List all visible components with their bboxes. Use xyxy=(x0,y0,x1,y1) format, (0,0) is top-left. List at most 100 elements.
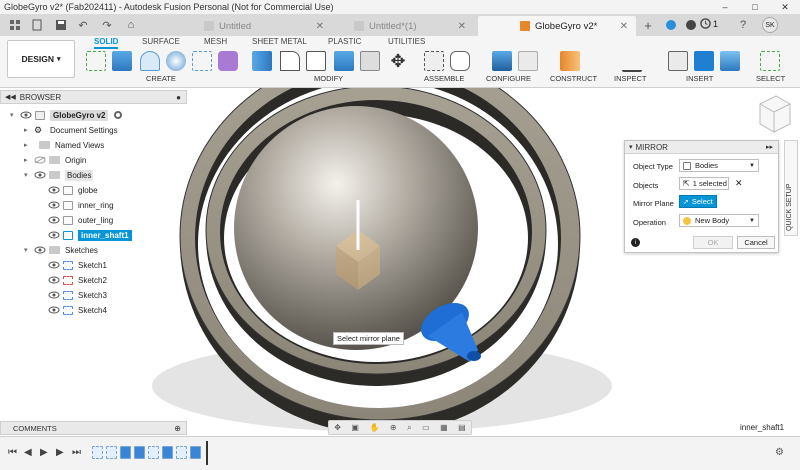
app-menu-icon[interactable] xyxy=(6,16,24,34)
tree-item-sketches[interactable]: ▾ Sketches xyxy=(24,243,98,257)
tab-untitled-1[interactable]: Untitled*(1) ✕ xyxy=(346,16,474,36)
minimize-button[interactable]: – xyxy=(710,0,740,14)
table-icon[interactable] xyxy=(518,51,538,71)
chevron-right-icon[interactable]: ▸ xyxy=(24,126,34,134)
clear-selection-icon[interactable]: ✕ xyxy=(735,178,743,189)
construct-group-label[interactable]: CONSTRUCT xyxy=(550,74,597,83)
zoom-icon[interactable]: ⊕ xyxy=(390,423,397,432)
fillet-icon[interactable] xyxy=(280,51,300,71)
select-group-label[interactable]: SELECT xyxy=(756,74,785,83)
go-to-end-icon[interactable]: ⏭ xyxy=(72,447,81,458)
home-icon[interactable]: ⌂ xyxy=(122,16,140,34)
modify-group-label[interactable]: MODIFY xyxy=(314,74,343,83)
add-comment-icon[interactable]: ⊕ xyxy=(174,424,181,433)
timeline-sketch-icon[interactable] xyxy=(176,446,187,459)
tab-mesh[interactable]: MESH xyxy=(204,37,227,46)
timeline-extrude-icon[interactable] xyxy=(190,446,201,459)
display-settings-icon[interactable]: ▭ xyxy=(422,423,430,432)
tree-item-document-settings[interactable]: ▸ ⚙ Document Settings xyxy=(24,123,118,137)
close-window-button[interactable]: ✕ xyxy=(770,0,800,14)
press-pull-icon[interactable] xyxy=(252,51,272,71)
new-tab-icon[interactable]: + xyxy=(639,16,657,34)
configure-group-label[interactable]: CONFIGURE xyxy=(486,74,531,83)
measure-icon[interactable] xyxy=(622,58,642,72)
zoom-window-icon[interactable]: ⌕ xyxy=(407,423,411,433)
mirror-plane-select-button[interactable]: ➚ Select xyxy=(679,195,717,208)
eye-icon[interactable] xyxy=(48,201,60,209)
timeline-extrude-icon[interactable] xyxy=(134,446,145,459)
chevron-down-icon[interactable]: ▾ xyxy=(24,171,34,179)
tab-solid[interactable]: SOLID xyxy=(94,37,119,49)
eye-icon[interactable] xyxy=(34,171,46,179)
insert-group-label[interactable]: INSERT xyxy=(686,74,713,83)
revolve-icon[interactable] xyxy=(140,51,160,71)
eye-icon[interactable] xyxy=(48,276,60,284)
close-icon[interactable]: ✕ xyxy=(458,21,466,32)
move-icon[interactable]: ✥ xyxy=(388,51,408,71)
decal-icon[interactable] xyxy=(720,51,740,71)
pattern-icon[interactable] xyxy=(192,51,212,71)
timeline-sketch-icon[interactable] xyxy=(92,446,103,459)
tree-root[interactable]: ▾ GlobeGyro v2 xyxy=(10,108,123,122)
comments-panel[interactable]: COMMENTS ⊕ xyxy=(0,421,187,435)
cancel-button[interactable]: Cancel xyxy=(737,236,775,249)
collapse-icon[interactable]: ● xyxy=(176,93,181,102)
browser-header[interactable]: ◀◀ BROWSER ● xyxy=(0,90,187,104)
tree-item-outer-ling[interactable]: outer_ling xyxy=(48,213,113,227)
file-icon[interactable] xyxy=(28,16,46,34)
redo-icon[interactable]: ↷ xyxy=(98,16,116,34)
insert-mesh-icon[interactable] xyxy=(694,51,714,71)
look-at-icon[interactable]: ▣ xyxy=(351,423,359,432)
ok-button[interactable]: OK xyxy=(693,236,733,249)
chevron-right-icon[interactable]: ▸ xyxy=(24,141,34,149)
job-status-icon[interactable] xyxy=(682,16,700,34)
notifications[interactable]: 1 xyxy=(700,18,718,29)
step-forward-icon[interactable]: ▶ xyxy=(56,447,64,458)
eye-icon[interactable] xyxy=(34,246,46,254)
select-icon[interactable] xyxy=(760,51,780,71)
chamfer-icon[interactable] xyxy=(306,51,326,71)
tab-untitled[interactable]: Untitled ✕ xyxy=(196,16,332,36)
tab-surface[interactable]: SURFACE xyxy=(142,37,180,46)
tree-item-sketch2[interactable]: Sketch2 xyxy=(48,273,107,287)
timeline-extrude-icon[interactable] xyxy=(162,446,173,459)
info-icon[interactable]: i xyxy=(631,238,640,247)
play-icon[interactable]: ▶ xyxy=(40,447,48,458)
close-icon[interactable]: ✕ xyxy=(620,21,628,32)
tree-item-bodies[interactable]: ▾ Bodies xyxy=(24,168,94,182)
undo-icon[interactable]: ↶ xyxy=(74,16,92,34)
eye-icon[interactable] xyxy=(48,231,60,239)
view-cube[interactable] xyxy=(759,95,791,133)
chevron-down-icon[interactable]: ▾ xyxy=(24,246,34,254)
tree-item-origin[interactable]: ▸ Origin xyxy=(24,153,86,167)
quick-setup-panel[interactable]: QUICK SETUP xyxy=(784,140,798,236)
eye-icon[interactable] xyxy=(48,261,60,269)
timeline-revolve-icon[interactable] xyxy=(120,446,131,459)
create-group-label[interactable]: CREATE xyxy=(146,74,176,83)
tab-sheet-metal[interactable]: SHEET METAL xyxy=(252,37,307,46)
tab-utilities[interactable]: UTILITIES xyxy=(388,37,425,46)
tree-item-sketch4[interactable]: Sketch4 xyxy=(48,303,107,317)
hole-icon[interactable] xyxy=(166,51,186,71)
extrude-icon[interactable] xyxy=(112,51,132,71)
mirror-dialog-header[interactable]: ▾ MIRROR ▸▸ xyxy=(625,141,778,154)
shell-icon[interactable] xyxy=(334,51,354,71)
inspect-group-label[interactable]: INSPECT xyxy=(614,74,647,83)
eye-icon[interactable] xyxy=(48,306,60,314)
chevron-down-icon[interactable]: ▾ xyxy=(10,111,20,119)
workspace-switcher[interactable]: DESIGN ▾ xyxy=(7,40,75,78)
tab-globegyro[interactable]: GlobeGyro v2* ✕ xyxy=(478,16,636,36)
construct-plane-icon[interactable] xyxy=(560,51,580,71)
tree-item-sketch3[interactable]: Sketch3 xyxy=(48,288,107,302)
tab-plastic[interactable]: PLASTIC xyxy=(328,37,361,46)
extensions-icon[interactable] xyxy=(662,16,680,34)
pan-icon[interactable]: ✋ xyxy=(369,423,379,432)
joint-icon[interactable] xyxy=(450,51,470,71)
close-icon[interactable]: ✕ xyxy=(316,21,324,32)
avatar[interactable]: SK xyxy=(762,17,778,33)
gear-icon[interactable]: ⚙ xyxy=(775,447,784,458)
radio-icon[interactable] xyxy=(114,111,123,119)
grid-settings-icon[interactable]: ▦ xyxy=(440,423,448,432)
eye-icon[interactable] xyxy=(34,156,46,164)
assemble-group-label[interactable]: ASSEMBLE xyxy=(424,74,464,83)
